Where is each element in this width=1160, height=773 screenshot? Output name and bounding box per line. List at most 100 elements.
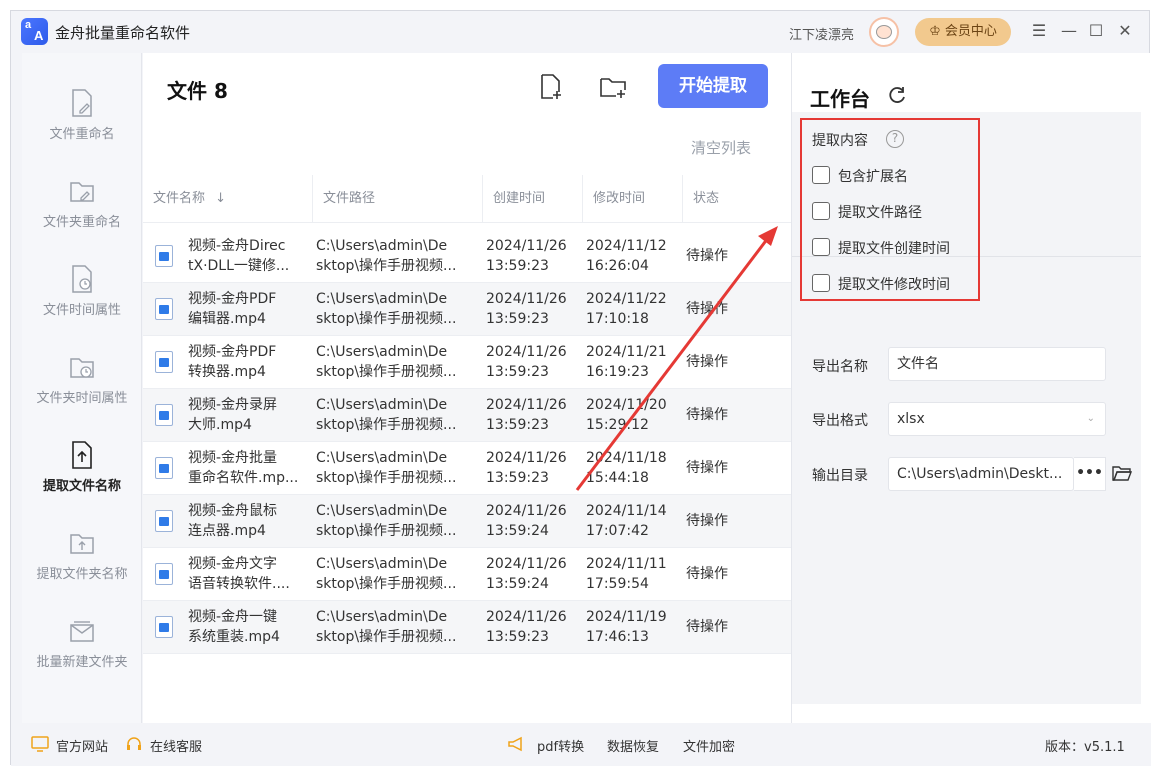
status-cell: 待操作 bbox=[686, 566, 728, 582]
file-encrypt-link[interactable]: 文件加密 bbox=[683, 736, 735, 755]
help-icon[interactable]: ? bbox=[886, 130, 904, 148]
folder-clock-icon bbox=[70, 358, 94, 378]
status-cell: 待操作 bbox=[686, 460, 728, 476]
checkbox-label[interactable]: 提取文件创建时间 bbox=[838, 238, 950, 258]
column-header-created[interactable]: 创建时间 bbox=[483, 175, 583, 223]
checkbox-extract-modified-time[interactable] bbox=[812, 274, 830, 292]
sidebar-item-extract-file-name[interactable]: 提取文件名称 bbox=[22, 429, 142, 517]
created-time-cell: 2024/11/26 13:59:23 bbox=[486, 609, 567, 645]
headset-icon bbox=[127, 737, 141, 750]
footer-bar: 官方网站 在线客服 pdf转换 数据恢复 文件加密 版本：v5.1.1 bbox=[11, 723, 1151, 766]
table-row[interactable]: 视频-金舟PDF 编辑器.mp4 C:\Users\admin\De sktop\操… bbox=[143, 283, 791, 336]
file-name-cell: 视频-金舟PDF 编辑器.mp4 bbox=[188, 291, 277, 327]
video-file-icon bbox=[155, 510, 173, 532]
created-time-cell: 2024/11/26 13:59:23 bbox=[486, 238, 567, 274]
file-path-cell: C:\Users\admin\De sktop\操作手册视频... bbox=[316, 291, 457, 327]
file-name-cell: 视频-金舟一键 系统重装.mp4 bbox=[188, 609, 280, 645]
sidebar-item-folder-time[interactable]: 文件夹时间属性 bbox=[22, 341, 142, 429]
file-path-cell: C:\Users\admin\De sktop\操作手册视频... bbox=[316, 503, 457, 539]
modified-time-cell: 2024/11/21 16:19:23 bbox=[586, 344, 667, 380]
official-website-link[interactable]: 官方网站 bbox=[56, 736, 108, 755]
member-center-label: 会员中心 bbox=[944, 24, 997, 39]
refresh-icon[interactable] bbox=[887, 85, 907, 105]
add-file-icon[interactable] bbox=[537, 73, 565, 101]
file-name-cell: 视频-金舟文字 语音转换软件.... bbox=[188, 556, 290, 592]
menu-icon[interactable]: ☰ bbox=[1027, 19, 1051, 43]
table-row[interactable]: 视频-金舟PDF 转换器.mp4 C:\Users\admin\De sktop\操… bbox=[143, 336, 791, 389]
browse-more-button[interactable]: ••• bbox=[1074, 457, 1106, 491]
sidebar-item-label: 提取文件名称 bbox=[42, 479, 121, 494]
column-header-status[interactable]: 状态 bbox=[683, 175, 791, 223]
online-support-link[interactable]: 在线客服 bbox=[150, 736, 202, 755]
sidebar-item-extract-folder-name[interactable]: 提取文件夹名称 bbox=[22, 517, 142, 605]
sidebar-item-batch-new-folder[interactable]: 批量新建文件夹 bbox=[22, 605, 142, 693]
sidebar-item-label: 文件夹时间属性 bbox=[36, 391, 128, 406]
file-name-cell: 视频-金舟Direc tX·DLL一键修... bbox=[188, 238, 290, 274]
status-cell: 待操作 bbox=[686, 513, 728, 529]
output-dir-label: 输出目录 bbox=[812, 468, 868, 484]
folder-open-icon[interactable] bbox=[1112, 463, 1132, 483]
title-bar: a A 金舟批量重命名软件 江下凌漂亮 ♔ 会员中心 ☰ — ☐ ✕ bbox=[11, 11, 1151, 53]
file-path-cell: C:\Users\admin\De sktop\操作手册视频... bbox=[316, 344, 457, 380]
workbench-panel: 工作台 提取内容 ? 包含扩展名 提取文件路径 提取文件创建时间 提取文件修改时… bbox=[792, 53, 1151, 723]
sidebar-item-folder-rename[interactable]: 文件夹重命名 bbox=[22, 165, 142, 253]
status-cell: 待操作 bbox=[686, 301, 728, 317]
file-name-cell: 视频-金舟鼠标 连点器.mp4 bbox=[188, 503, 278, 539]
member-center-button[interactable]: ♔ 会员中心 bbox=[915, 18, 1011, 46]
file-path-cell: C:\Users\admin\De sktop\操作手册视频... bbox=[316, 556, 457, 592]
clear-list-button[interactable]: 清空列表 bbox=[691, 137, 751, 158]
table-row[interactable]: 视频-金舟文字 语音转换软件.... C:\Users\admin\De sktop… bbox=[143, 548, 791, 601]
export-name-input[interactable]: 文件名 bbox=[888, 347, 1106, 381]
checkbox-extract-path[interactable] bbox=[812, 202, 830, 220]
table-row[interactable]: 视频-金舟批量 重命名软件.mp... C:\Users\admin\De skto… bbox=[143, 442, 791, 495]
sidebar-item-file-rename[interactable]: 文件重命名 bbox=[22, 77, 142, 165]
modified-time-cell: 2024/11/14 17:07:42 bbox=[586, 503, 667, 539]
start-extract-button[interactable]: 开始提取 bbox=[658, 64, 768, 108]
checkbox-extract-created-time[interactable] bbox=[812, 238, 830, 256]
output-dir-input[interactable]: C:\Users\admin\Deskt... bbox=[888, 457, 1074, 491]
monitor-icon bbox=[31, 736, 49, 752]
sidebar-item-file-time[interactable]: 文件时间属性 bbox=[22, 253, 142, 341]
minimize-icon[interactable]: — bbox=[1057, 19, 1081, 43]
column-header-path[interactable]: 文件路径 bbox=[313, 175, 483, 223]
app-title: 金舟批量重命名软件 bbox=[55, 24, 191, 42]
video-file-icon bbox=[155, 457, 173, 479]
column-header-name[interactable]: 文件名称 ↓ bbox=[143, 175, 313, 223]
video-file-icon bbox=[155, 245, 173, 267]
table-header: 文件名称 ↓ 文件路径 创建时间 修改时间 状态 bbox=[143, 175, 791, 223]
created-time-cell: 2024/11/26 13:59:23 bbox=[486, 344, 567, 380]
maximize-icon[interactable]: ☐ bbox=[1084, 19, 1108, 43]
add-folder-icon[interactable] bbox=[599, 73, 627, 101]
avatar[interactable] bbox=[869, 17, 899, 47]
file-upload-icon bbox=[72, 441, 92, 469]
checkbox-include-extension[interactable] bbox=[812, 166, 830, 184]
file-name-cell: 视频-金舟录屏 大师.mp4 bbox=[188, 397, 278, 433]
file-path-cell: C:\Users\admin\De sktop\操作手册视频... bbox=[316, 450, 457, 486]
modified-time-cell: 2024/11/12 16:26:04 bbox=[586, 238, 667, 274]
checkbox-label[interactable]: 提取文件修改时间 bbox=[838, 274, 950, 294]
checkbox-label[interactable]: 包含扩展名 bbox=[838, 166, 908, 186]
table-row[interactable]: 视频-金舟录屏 大师.mp4 C:\Users\admin\De sktop\操作手… bbox=[143, 389, 791, 442]
table-row[interactable]: 视频-金舟鼠标 连点器.mp4 C:\Users\admin\De sktop\操作… bbox=[143, 495, 791, 548]
pdf-convert-link[interactable]: pdf转换 bbox=[537, 736, 584, 755]
export-format-value: xlsx bbox=[897, 411, 925, 427]
column-header-modified[interactable]: 修改时间 bbox=[583, 175, 683, 223]
data-recovery-link[interactable]: 数据恢复 bbox=[607, 736, 659, 755]
export-format-label: 导出格式 bbox=[812, 413, 868, 429]
app-window: a A 金舟批量重命名软件 江下凌漂亮 ♔ 会员中心 ☰ — ☐ ✕ 文件重命名… bbox=[10, 10, 1151, 766]
close-icon[interactable]: ✕ bbox=[1113, 19, 1137, 43]
checkbox-label[interactable]: 提取文件路径 bbox=[838, 202, 922, 222]
file-clock-icon bbox=[72, 265, 92, 293]
export-format-select[interactable]: xlsx ⌄ bbox=[888, 402, 1106, 436]
table-row[interactable]: 视频-金舟Direc tX·DLL一键修... C:\Users\admin\De… bbox=[143, 230, 791, 283]
created-time-cell: 2024/11/26 13:59:23 bbox=[486, 291, 567, 327]
file-path-cell: C:\Users\admin\De sktop\操作手册视频... bbox=[316, 397, 457, 433]
created-time-cell: 2024/11/26 13:59:24 bbox=[486, 503, 567, 539]
folder-mail-icon bbox=[70, 621, 94, 642]
column-header-label: 文件名称 bbox=[153, 191, 206, 206]
status-cell: 待操作 bbox=[686, 619, 728, 635]
file-name-cell: 视频-金舟PDF 转换器.mp4 bbox=[188, 344, 277, 380]
user-name[interactable]: 江下凌漂亮 bbox=[789, 24, 854, 43]
sidebar-item-label: 提取文件夹名称 bbox=[36, 567, 128, 582]
table-row[interactable]: 视频-金舟一键 系统重装.mp4 C:\Users\admin\De sktop\操… bbox=[143, 601, 791, 654]
